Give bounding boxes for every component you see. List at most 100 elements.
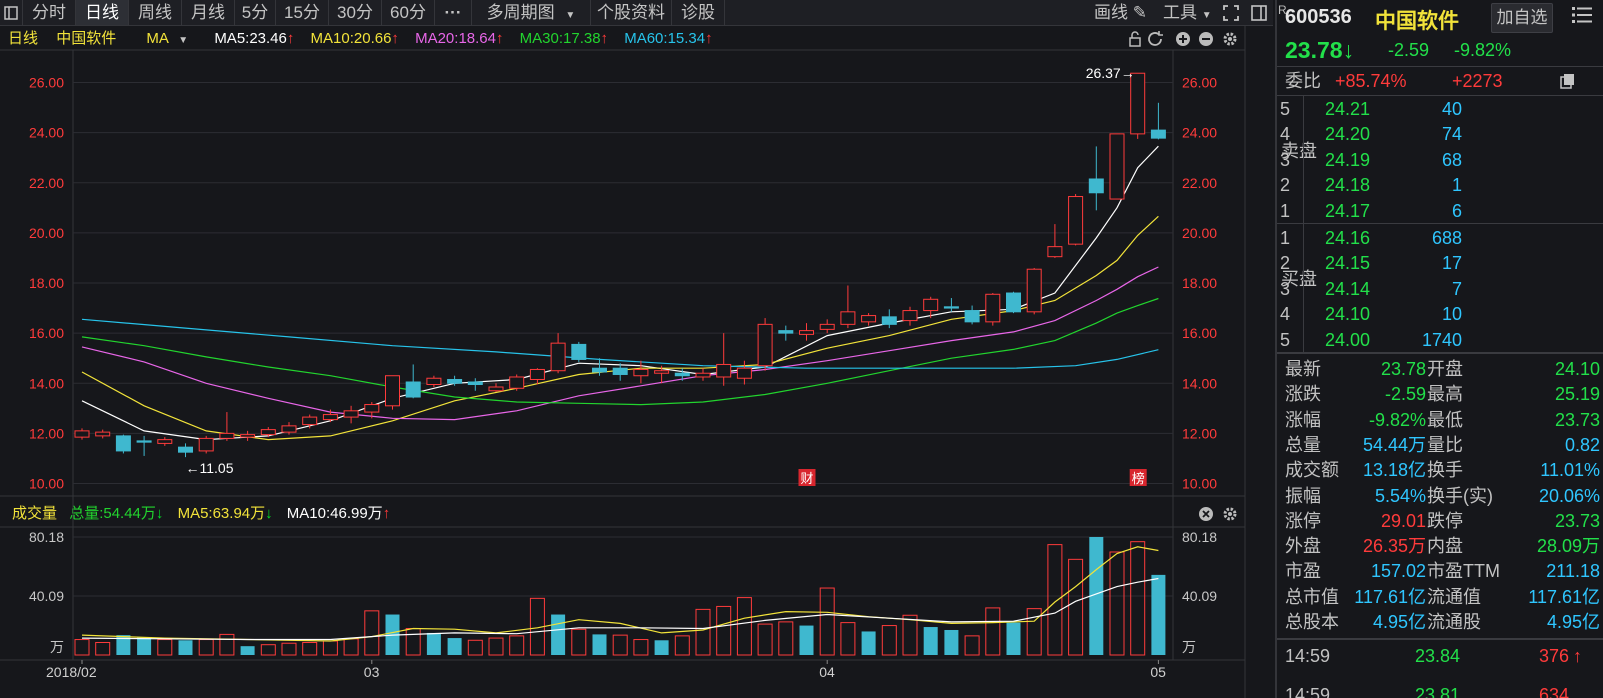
candle-body [529,368,545,380]
sell-level-4: 4 [1280,124,1291,145]
buy-price-2[interactable]: 24.15 [1325,250,1370,276]
arrow-down-icon: ↓ [1342,37,1355,63]
candle-body [157,439,173,444]
candles [74,72,1166,458]
quote-label: 总量 [1285,434,1321,455]
candle [178,443,193,458]
tools-button[interactable]: 工具 ▼ [1163,0,1212,25]
copy-icon[interactable] [1560,73,1576,93]
price-tick-label-right: 10.00 [1182,476,1217,492]
volume-bar [467,639,483,656]
quote-label: 外盘 [1285,536,1321,557]
draw-line-button[interactable]: 画线 ✎ [1094,0,1147,25]
price-tick-label-right: 26.00 [1182,75,1217,91]
tick-time: 14:59 [1285,646,1331,666]
candle-body [985,293,1001,323]
more-periods-button[interactable]: ··· [435,0,472,25]
buy-volume-2: 17 [1441,253,1462,274]
quote-label: 流通值 [1427,586,1481,607]
quote-value: 13.18亿 [1362,460,1426,481]
volume-bar [674,635,690,656]
candle [467,378,483,391]
volume-bar [861,631,876,655]
quote-value: 211.18 [1546,561,1600,582]
add-watchlist-button[interactable]: 加自选 [1491,3,1553,33]
candle-body [509,376,525,389]
quote-value: 23.73 [1554,510,1600,531]
tab-period-15min[interactable]: 15分 [276,0,329,25]
tab-period-monthly[interactable]: 月线 [182,0,235,25]
volume-bar [633,639,649,656]
candle-body [778,330,794,334]
sell-price-4[interactable]: 24.20 [1325,121,1370,147]
quote-label: 总市值 [1285,586,1339,607]
volume-bar [819,587,835,656]
quote-value: 20.06% [1538,485,1600,506]
candle [695,368,711,381]
volume-bar [612,634,628,656]
price-tick-label-left: 22.00 [29,175,64,191]
candle-body [923,298,939,312]
candle-body [1068,196,1084,245]
candle-body [385,375,400,407]
tick-volume-partial: 634 [1527,672,1569,698]
buy-price-4[interactable]: 24.10 [1325,301,1370,327]
tab-period-fenshi[interactable]: 分时 [23,0,76,25]
tab-period-60min[interactable]: 60分 [382,0,435,25]
menu-icon[interactable] [1571,4,1599,30]
quote-value: 117.61亿 [1528,586,1600,607]
candle-body [633,368,649,377]
low-price-annotation: ←11.05 [186,460,234,476]
buy-level-3: 3 [1280,278,1291,299]
candle-body [302,416,318,426]
tab-period-5min[interactable]: 5分 [235,0,276,25]
period-toolbar: 分时 日线 周线 月线 5分 15分 30分 60分 ··· 多周期图 ▼ 个股… [0,0,1273,26]
candle [571,341,587,362]
price-tick-label-left: 14.00 [29,375,64,391]
panel-toggle-icon[interactable] [0,0,23,25]
buy-level-4: 4 [1280,304,1291,325]
kline-chart[interactable]: 26.00 26.00 24.00 24.00 22.00 22.00 20.00 20.00… [0,26,1273,698]
sell-price-5[interactable]: 24.21 [1325,96,1370,122]
sell-price-2[interactable]: 24.18 [1325,172,1370,198]
quote-label: 内盘 [1427,536,1463,557]
candle [302,414,318,429]
quote-value: 25.19 [1554,384,1600,405]
price-tick-label-left: 18.00 [29,275,64,291]
buy-level-2: 2 [1280,253,1291,274]
buy-price-3[interactable]: 24.14 [1325,276,1370,302]
candle-body [550,342,566,372]
buy-price-1[interactable]: 24.16 [1325,225,1370,251]
price-tick-label-right: 24.00 [1182,125,1217,141]
sell-price-1[interactable]: 24.17 [1325,198,1370,224]
buy-price-5[interactable]: 24.00 [1325,327,1370,353]
multi-period-button[interactable]: 多周期图 ▼ [472,0,591,25]
sell-price-3[interactable]: 24.19 [1325,147,1370,173]
candle-body [964,310,980,323]
layout-toggle-icon[interactable] [1250,0,1268,25]
volume-bar [757,623,773,656]
candle [550,333,566,374]
candle-body [840,311,856,325]
quote-value: 117.61亿 [1354,586,1426,607]
tab-period-30min[interactable]: 30分 [329,0,382,25]
tick-volume-partial-text: 634 [1538,685,1569,698]
price-tick-label-left: 20.00 [29,225,64,241]
stock-info-button[interactable]: 个股资料 [591,0,672,25]
volume-bar [488,637,504,656]
candle [757,318,773,371]
price-tick-label-right: 22.00 [1182,175,1217,191]
candle-body [1047,246,1063,258]
diagnose-button[interactable]: 诊股 [672,0,725,25]
candle [136,435,152,456]
tick-time-partial-text: 14:59 [1285,685,1331,698]
candle [281,422,297,435]
tick-price: 23.84 [1415,646,1461,666]
arrow-up-icon: ↑ [1573,646,1582,666]
candle-body [943,306,959,309]
volume-bar [1006,622,1021,655]
tab-period-weekly[interactable]: 周线 [129,0,182,25]
tab-period-daily[interactable]: 日线 [76,0,129,25]
fullscreen-icon[interactable] [1222,0,1240,25]
candle-body [861,315,877,323]
